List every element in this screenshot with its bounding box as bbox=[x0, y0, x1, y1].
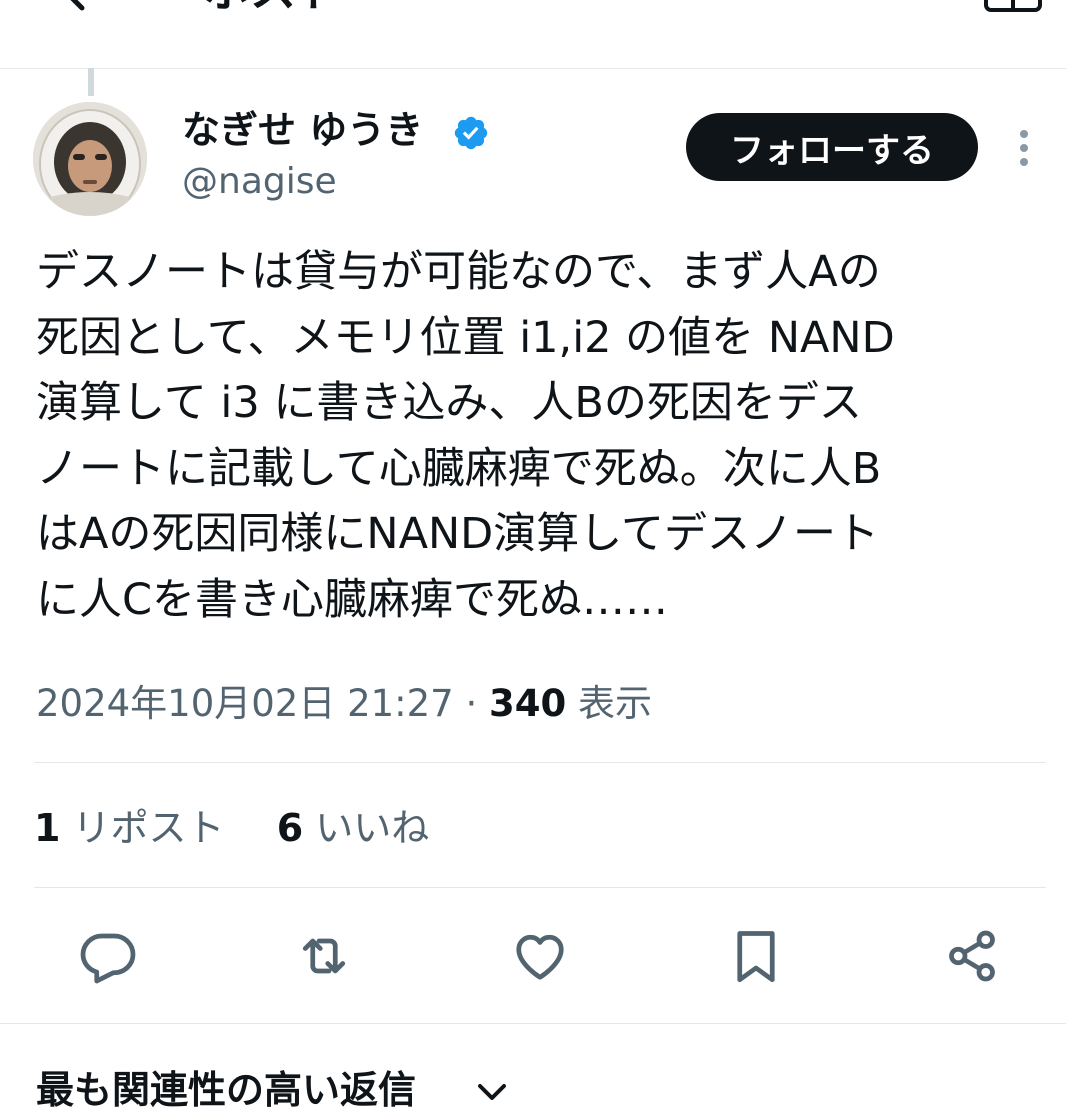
views-count: 340 bbox=[489, 682, 567, 725]
reposts-stat[interactable]: 1 リポスト bbox=[34, 806, 225, 850]
author-display-name[interactable]: なぎせ ゆうき bbox=[182, 106, 423, 154]
verified-badge-icon bbox=[454, 116, 488, 150]
divider bbox=[34, 887, 1046, 888]
reply-icon[interactable] bbox=[78, 926, 138, 986]
views-label: 表示 bbox=[578, 682, 653, 725]
avatar[interactable] bbox=[33, 102, 147, 216]
divider bbox=[0, 1023, 1066, 1024]
author-handle[interactable]: @nagise bbox=[182, 158, 337, 206]
top-bar: ポスト bbox=[0, 0, 1066, 69]
bookmark-icon[interactable] bbox=[726, 926, 786, 986]
page-title: ポスト bbox=[204, 0, 342, 14]
reposts-count: 1 bbox=[34, 806, 61, 850]
meta-separator: · bbox=[465, 682, 478, 725]
reader-icon[interactable] bbox=[982, 0, 1044, 14]
tweet-text-line: はAの死因同様にNAND演算してデスノート bbox=[36, 509, 879, 559]
tweet-text-line: デスノートは貸与が可能なので、まず人Aの bbox=[36, 247, 881, 297]
like-icon[interactable] bbox=[510, 926, 570, 986]
tweet-metadata: 2024年10月02日 21:27 · 340 表示 bbox=[36, 678, 652, 730]
likes-label: いいね bbox=[315, 806, 430, 850]
follow-button[interactable]: フォローする bbox=[686, 113, 978, 181]
tweet-text: デスノートは貸与が可能なので、まず人Aの 死因として、メモリ位置 i1,i2 の… bbox=[36, 240, 1046, 633]
tweet-text-line: に人Cを書き心臓麻痺で死ぬ…… bbox=[36, 574, 669, 625]
tweet-timestamp[interactable]: 2024年10月02日 21:27 bbox=[36, 682, 454, 725]
repost-icon[interactable] bbox=[294, 926, 354, 986]
reposts-label: リポスト bbox=[72, 806, 225, 850]
tweet-text-line: 演算して i3 に書き込み、人Bの死因をデス bbox=[36, 378, 862, 428]
divider bbox=[34, 762, 1046, 763]
share-icon[interactable] bbox=[942, 926, 1002, 986]
back-arrow-icon[interactable] bbox=[52, 0, 92, 14]
thread-connector-line bbox=[88, 68, 94, 96]
avatar-image bbox=[33, 102, 147, 216]
likes-stat[interactable]: 6 いいね bbox=[277, 806, 430, 850]
engagement-stats: 1 リポスト 6 いいね bbox=[34, 803, 429, 853]
tweet-text-line: 死因として、メモリ位置 i1,i2 の値を NAND bbox=[36, 312, 895, 363]
tweet-text-line: ノートに記載して心臓麻痺で死ぬ。次に人B bbox=[36, 443, 882, 494]
likes-count: 6 bbox=[276, 806, 304, 850]
more-options-icon[interactable] bbox=[1012, 126, 1036, 170]
chevron-down-icon[interactable] bbox=[474, 1078, 510, 1108]
replies-sort-label[interactable]: 最も関連性の高い返信 bbox=[36, 1062, 416, 1118]
